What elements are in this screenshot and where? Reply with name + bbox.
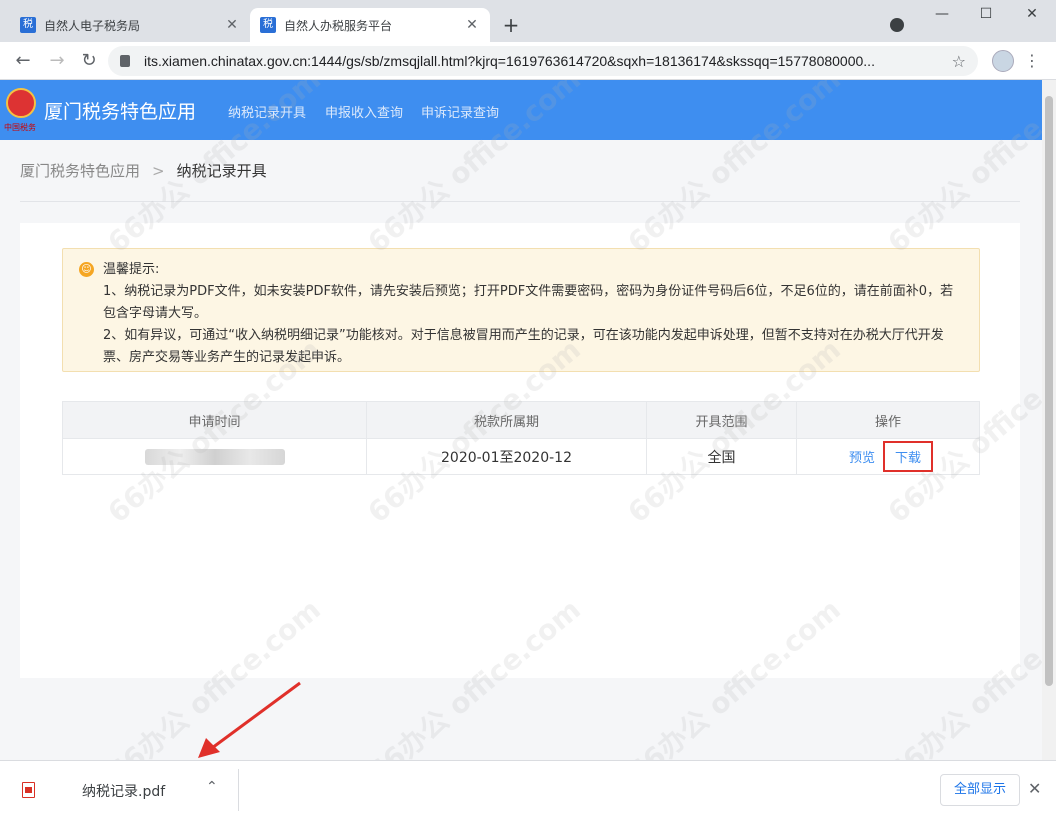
breadcrumb-root[interactable]: 厦门税务特色应用	[20, 162, 140, 180]
notice-box: ☺ 温馨提示: 1、纳税记录为PDF文件，如未安装PDF软件，请先安装后预览；打…	[62, 248, 980, 372]
lock-icon	[120, 55, 130, 67]
annotation-arrow-icon	[198, 681, 301, 758]
cell-actions: 预览 下载	[797, 439, 979, 474]
page-viewport: 中国税务 厦门税务特色应用 纳税记录开具 申报收入查询 申诉记录查询 厦门税务特…	[0, 80, 1042, 760]
bookmark-star-icon[interactable]: ☆	[952, 52, 966, 71]
tab-title: 自然人办税服务平台	[284, 18, 393, 33]
download-highlight: 下载	[883, 441, 934, 472]
tab-search-icon[interactable]	[890, 18, 904, 32]
pdf-file-icon	[22, 782, 35, 798]
header-tax-period: 税款所属期	[367, 402, 647, 438]
nav-complaint-query[interactable]: 申诉记录查询	[421, 102, 499, 121]
browser-tab-1[interactable]: 税 自然人电子税务局 ✕	[10, 8, 250, 42]
record-table: 申请时间 税款所属期 开具范围 操作 2020-01至2020-12 全国 预览…	[62, 401, 980, 475]
blurred-timestamp	[144, 448, 285, 465]
address-bar: ← → ↻ its.xiamen.chinatax.gov.cn:1444/gs…	[0, 42, 1056, 80]
breadcrumb-separator: >	[152, 162, 165, 180]
nav-tax-record[interactable]: 纳税记录开具	[228, 102, 306, 121]
preview-link[interactable]: 预览	[849, 447, 875, 466]
profile-avatar[interactable]	[992, 50, 1014, 72]
close-tab-icon[interactable]: ✕	[464, 17, 480, 33]
tab-strip: 税 自然人电子税务局 ✕ 税 自然人办税服务平台 ✕ + — ☐ ✕	[0, 0, 1056, 42]
content-card: ☺ 温馨提示: 1、纳税记录为PDF文件，如未安装PDF软件，请先安装后预览；打…	[20, 223, 1020, 678]
header-actions: 操作	[874, 414, 901, 430]
url-text: its.xiamen.chinatax.gov.cn:1444/gs/sb/zm…	[144, 53, 875, 69]
minimize-icon[interactable]: —	[932, 4, 952, 24]
maximize-icon[interactable]: ☐	[976, 4, 996, 24]
tax-favicon-icon: 税	[20, 17, 36, 33]
close-tab-icon[interactable]: ✕	[224, 17, 240, 33]
notice-title: 温馨提示:	[103, 262, 160, 277]
tax-emblem-icon	[6, 88, 36, 118]
browser-tab-2[interactable]: 税 自然人办税服务平台 ✕	[250, 8, 490, 42]
back-arrow-icon[interactable]: ←	[12, 50, 34, 72]
page-scrollbar[interactable]	[1042, 80, 1056, 760]
header-scope: 开具范围	[647, 402, 797, 438]
table-row: 2020-01至2020-12 全国 预览 下载	[63, 438, 979, 474]
nav-income-query[interactable]: 申报收入查询	[325, 102, 403, 121]
breadcrumb: 厦门税务特色应用 > 纳税记录开具	[20, 160, 267, 181]
menu-kebab-icon[interactable]: ⋮	[1024, 50, 1040, 72]
forward-arrow-icon[interactable]: →	[46, 50, 68, 72]
breadcrumb-current: 纳税记录开具	[176, 162, 267, 180]
cell-tax-period: 2020-01至2020-12	[367, 439, 647, 474]
download-link[interactable]: 下载	[895, 451, 921, 466]
url-field[interactable]: its.xiamen.chinatax.gov.cn:1444/gs/sb/zm…	[108, 46, 978, 76]
emblem-caption: 中国税务	[4, 123, 36, 132]
tab-title: 自然人电子税务局	[44, 18, 141, 33]
notice-line-1: 1、纳税记录为PDF文件，如未安装PDF软件，请先安装后预览；打开PDF文件需要…	[103, 284, 954, 321]
close-shelf-icon[interactable]: ✕	[1028, 779, 1041, 798]
download-file-name[interactable]: 纳税记录.pdf	[82, 781, 165, 801]
cell-scope: 全国	[647, 439, 797, 474]
cell-apply-time	[63, 439, 367, 474]
smile-icon: ☺	[79, 262, 94, 277]
site-header: 中国税务 厦门税务特色应用 纳税记录开具 申报收入查询 申诉记录查询	[0, 80, 1042, 140]
new-tab-icon[interactable]: +	[500, 14, 522, 36]
tax-favicon-icon: 税	[260, 17, 276, 33]
shelf-divider	[238, 769, 239, 811]
divider	[20, 201, 1020, 202]
reload-icon[interactable]: ↻	[78, 50, 100, 72]
show-all-button[interactable]: 全部显示	[940, 774, 1020, 806]
header-apply-time: 申请时间	[63, 402, 367, 438]
download-shelf: 纳税记录.pdf ⌃ 全部显示 ✕	[0, 760, 1056, 818]
scroll-thumb[interactable]	[1045, 96, 1053, 686]
chevron-up-icon[interactable]: ⌃	[206, 779, 218, 795]
table-header: 申请时间 税款所属期 开具范围 操作	[63, 402, 979, 438]
window-close-icon[interactable]: ✕	[1022, 4, 1042, 24]
site-title: 厦门税务特色应用	[44, 101, 197, 123]
notice-line-2: 2、如有异议，可通过“收入纳税明细记录”功能核对。对于信息被冒用而产生的记录，可…	[103, 328, 944, 365]
